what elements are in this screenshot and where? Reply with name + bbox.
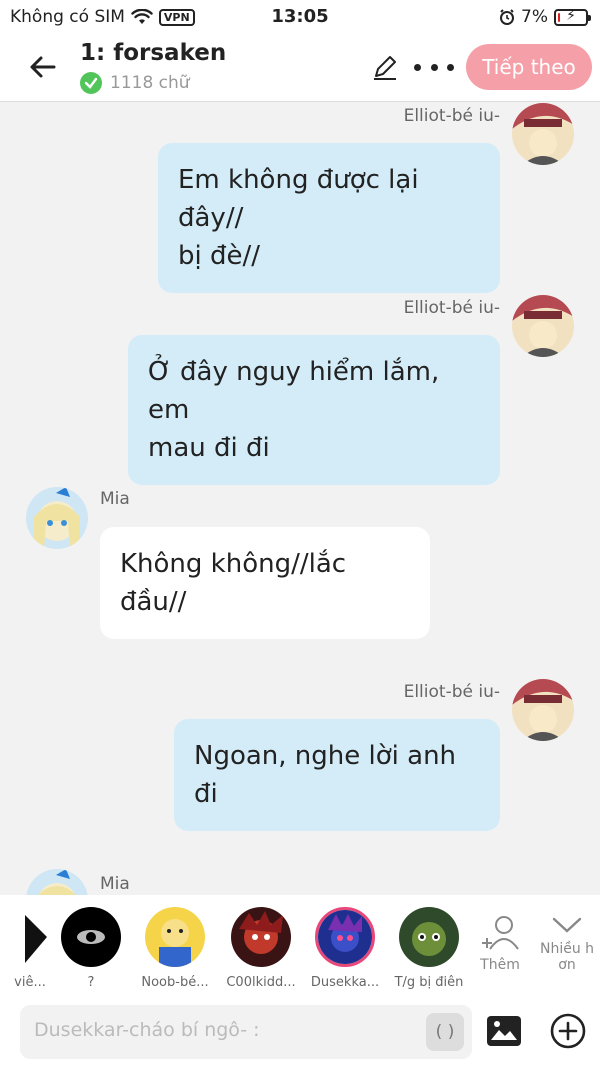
- message-bubble[interactable]: Ở đây nguy hiểm lắm, em mau đi đi: [128, 335, 500, 485]
- input-placeholder: Dusekkar-cháo bí ngô- :: [34, 1019, 260, 1041]
- chat-area[interactable]: Elliot-bé iu- Em không được lại đây// bị…: [0, 103, 600, 895]
- battery-percent: 7%: [521, 7, 548, 27]
- sender-name: Elliot-bé iu-: [403, 682, 500, 702]
- word-count-row: 1118 chữ: [80, 72, 190, 94]
- sender-name: Mia: [100, 489, 130, 509]
- character-avatar: [399, 907, 459, 967]
- character-selector: viê... ? Noob-bé... C00lkidd... Dusekka.…: [0, 895, 600, 995]
- image-icon[interactable]: [486, 1015, 522, 1047]
- message-bubble[interactable]: Em không được lại đây// bị đè//: [158, 143, 500, 293]
- plus-circle-icon[interactable]: [550, 1013, 586, 1049]
- word-count: 1118 chữ: [110, 73, 190, 93]
- sender-name: Mia: [100, 874, 130, 894]
- action-paren-button[interactable]: ( ): [426, 1013, 464, 1051]
- character-avatar: [61, 907, 121, 967]
- character-avatar: [231, 907, 291, 967]
- more-characters-button[interactable]: Nhiều h ơn: [540, 913, 594, 973]
- charging-bolt-icon: ⚡: [566, 7, 576, 24]
- next-button[interactable]: Tiếp theo: [466, 44, 592, 90]
- chapter-header: 1: forsaken 1118 chữ Tiếp theo: [0, 34, 600, 102]
- mia-avatar[interactable]: [26, 869, 88, 895]
- character-item[interactable]: T/g bị điên: [390, 907, 468, 990]
- more-options-icon[interactable]: [414, 52, 454, 82]
- chevron-down-icon: [552, 917, 582, 933]
- composer-bar: Dusekkar-cháo bí ngô- : ( ): [0, 995, 600, 1067]
- status-bar: Không có SIM VPN 13:05 7% ⚡: [0, 0, 600, 34]
- back-arrow-icon[interactable]: [26, 50, 60, 84]
- message-bubble[interactable]: Không không//lắc đầu//: [100, 527, 430, 639]
- battery-icon: ⚡: [554, 7, 591, 26]
- pencil-icon[interactable]: [370, 52, 400, 82]
- character-item[interactable]: C00lkidd...: [222, 907, 300, 990]
- elliot-avatar[interactable]: [512, 103, 574, 165]
- character-item[interactable]: Noob-bé...: [136, 907, 214, 990]
- character-item[interactable]: viê...: [0, 907, 60, 990]
- sender-name: Elliot-bé iu-: [403, 106, 500, 126]
- alarm-icon: [500, 9, 515, 25]
- mia-avatar[interactable]: [26, 487, 88, 549]
- message-input[interactable]: Dusekkar-cháo bí ngô- : ( ): [20, 1005, 472, 1059]
- character-avatar: [0, 907, 51, 967]
- character-avatar: [315, 907, 375, 967]
- chapter-title: 1: forsaken: [80, 40, 227, 66]
- elliot-avatar[interactable]: [512, 679, 574, 741]
- status-right: 7% ⚡: [499, 7, 591, 27]
- add-character-button[interactable]: Thêm: [480, 913, 520, 973]
- add-person-icon: [482, 916, 519, 950]
- character-item-selected[interactable]: Dusekka...: [306, 907, 384, 990]
- message-bubble[interactable]: Ngoan, nghe lời anh đi: [174, 719, 500, 831]
- character-avatar: [145, 907, 205, 967]
- character-item[interactable]: ?: [52, 907, 130, 990]
- sender-name: Elliot-bé iu-: [403, 298, 500, 318]
- checkmark-icon: [80, 72, 102, 94]
- elliot-avatar[interactable]: [512, 295, 574, 357]
